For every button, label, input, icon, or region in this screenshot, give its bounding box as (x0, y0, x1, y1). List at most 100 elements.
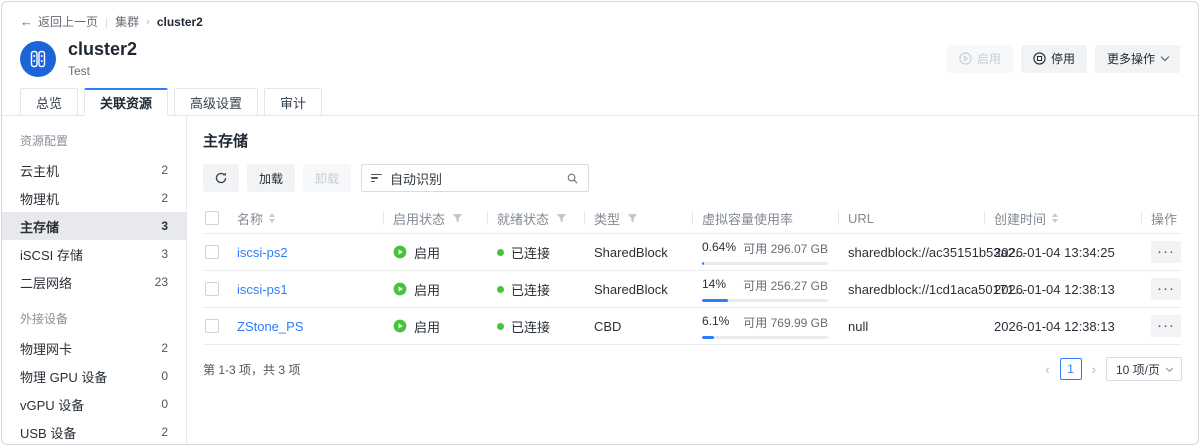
table-footer: 第 1-3 项，共 3 项 ‹ 1 › 10 项/页 (203, 357, 1182, 381)
topbar: ← 返回上一页 | 集群 › cluster2 (2, 2, 1198, 32)
column-header-name[interactable]: 名称 (237, 209, 383, 228)
sidebar-item-iscsi-storage[interactable]: iSCSI 存储 3 (2, 240, 186, 268)
storage-name-link[interactable]: ZStone_PS (237, 319, 304, 334)
column-header-created[interactable]: 创建时间 (984, 209, 1141, 228)
disable-button[interactable]: 停用 (1020, 44, 1087, 73)
usage-percent: 6.1% (702, 313, 730, 328)
select-all-checkbox[interactable] (205, 211, 219, 225)
breadcrumb: ← 返回上一页 | 集群 › cluster2 (20, 13, 1180, 30)
back-arrow-icon: ← (20, 14, 33, 29)
usage-cell: 0.64% 可用 296.07 GB (692, 240, 838, 265)
created-time: 2026-01-04 12:38:13 (994, 318, 1115, 334)
sort-icon[interactable] (269, 213, 276, 223)
sidebar-item-label: 主存储 (20, 219, 60, 235)
unload-button[interactable]: 卸载 (303, 164, 352, 192)
sidebar-item-label: vGPU 设备 (20, 397, 85, 413)
sidebar-item-count: 2 (161, 425, 168, 439)
sidebar-item-vm[interactable]: 云主机 2 (2, 156, 186, 184)
app-window: ← 返回上一页 | 集群 › cluster2 cluster2 Test 启用… (1, 1, 1199, 445)
sidebar-item-physical-machine[interactable]: 物理机 2 (2, 184, 186, 212)
row-checkbox[interactable] (205, 282, 219, 296)
usage-progress-bar (702, 335, 828, 339)
sidebar-section-title: 外接设备 (20, 312, 69, 326)
main-content: 主存储 加载 卸载 自动识别 名称 启用状态 就绪状态 类型 虚拟容量使用率 U… (187, 116, 1198, 444)
tab-bar: 总览 关联资源 高级设置 审计 (2, 88, 1198, 116)
storage-name-link[interactable]: iscsi-ps2 (237, 245, 288, 260)
column-header-ready-state[interactable]: 就绪状态 (487, 209, 584, 228)
stop-circle-icon (1033, 52, 1046, 65)
page-size-select[interactable]: 10 项/页 (1105, 357, 1182, 381)
more-actions-button[interactable]: 更多操作 (1094, 44, 1180, 73)
sidebar-item-primary-storage[interactable]: 主存储 3 (2, 212, 186, 240)
sidebar-item-l2-network[interactable]: 二层网络 23 (2, 268, 186, 296)
filter-icon[interactable] (452, 213, 463, 224)
storage-type: SharedBlock (594, 281, 668, 297)
sidebar-item-usb[interactable]: USB 设备 2 (2, 418, 186, 444)
enable-state-label: 启用 (414, 282, 441, 298)
enabled-status-icon (393, 245, 407, 259)
filter-icon[interactable] (556, 213, 567, 224)
enabled-status-icon (393, 282, 407, 296)
content-title: 主存储 (203, 133, 249, 150)
enabled-status-icon (393, 319, 407, 333)
storage-type: CBD (594, 318, 622, 334)
table-row: iscsi-ps2 启用 已连接 SharedBlock 0.64% 可用 29… (203, 234, 1182, 271)
tab-related-resources[interactable]: 关联资源 (84, 88, 169, 116)
sidebar-item-count: 23 (154, 275, 168, 289)
sidebar-section-title: 资源配置 (20, 134, 69, 148)
back-link[interactable]: ← 返回上一页 (20, 13, 98, 30)
disable-button-label: 停用 (1050, 52, 1075, 66)
sidebar-item-count: 0 (161, 397, 168, 411)
body: 资源配置 云主机 2 物理机 2 主存储 3 iSCSI 存储 3 二层网络 2… (2, 116, 1198, 444)
tab-advanced-settings[interactable]: 高级设置 (174, 88, 259, 116)
row-checkbox[interactable] (205, 319, 219, 333)
column-label: 虚拟容量使用率 (702, 211, 794, 227)
page-title: cluster2 (68, 39, 138, 59)
tab-audit[interactable]: 审计 (264, 88, 323, 116)
items-summary: 第 1-3 项，共 3 项 (203, 362, 301, 377)
search-mode-value[interactable]: 自动识别 (390, 169, 558, 188)
column-label: URL (848, 210, 875, 226)
filter-icon[interactable] (627, 213, 638, 224)
sort-icon[interactable] (1052, 213, 1059, 223)
created-time: 2026-01-04 13:34:25 (994, 244, 1115, 260)
usage-percent: 14% (702, 276, 727, 291)
row-actions-button[interactable]: ··· (1151, 241, 1181, 263)
page-number[interactable]: 1 (1059, 358, 1082, 380)
play-circle-icon (959, 52, 972, 65)
page-size-value: 10 项/页 (1115, 362, 1160, 377)
pagination: ‹ 1 › 10 项/页 (1043, 357, 1182, 381)
connected-dot-icon (497, 322, 504, 330)
search-icon[interactable] (566, 172, 579, 185)
sidebar-item-physical-gpu[interactable]: 物理 GPU 设备 0 (2, 362, 186, 390)
usage-available: 可用 769.99 GB (743, 315, 828, 330)
prev-page-icon[interactable]: ‹ (1043, 362, 1051, 377)
chevron-down-icon (1165, 364, 1174, 372)
toolbar: 加载 卸载 自动识别 (203, 164, 1182, 192)
sidebar-item-count: 3 (161, 247, 168, 261)
usage-available: 可用 256.27 GB (743, 278, 828, 293)
breadcrumb-chevron-icon: › (146, 15, 150, 28)
storage-name-link[interactable]: iscsi-ps1 (237, 282, 288, 297)
load-button[interactable]: 加载 (247, 164, 296, 192)
row-actions-button[interactable]: ··· (1151, 315, 1181, 337)
tab-overview[interactable]: 总览 (20, 88, 79, 116)
sidebar-item-physical-nic[interactable]: 物理网卡 2 (2, 334, 186, 362)
column-header-type[interactable]: 类型 (584, 209, 692, 228)
sidebar-item-vgpu[interactable]: vGPU 设备 0 (2, 390, 186, 418)
ready-state-label: 已连接 (511, 319, 551, 335)
row-actions-button[interactable]: ··· (1151, 278, 1181, 300)
next-page-icon[interactable]: › (1090, 362, 1098, 377)
search-box[interactable]: 自动识别 (361, 164, 590, 192)
breadcrumb-section[interactable]: 集群 (115, 13, 139, 30)
column-label: 创建时间 (994, 211, 1047, 227)
enable-button[interactable]: 启用 (946, 44, 1013, 73)
enable-state-label: 启用 (414, 245, 441, 261)
created-time: 2026-01-04 12:38:13 (994, 281, 1115, 297)
connected-dot-icon (497, 248, 504, 256)
cluster-avatar (20, 40, 56, 77)
refresh-button[interactable] (203, 164, 239, 192)
column-header-enable-state[interactable]: 启用状态 (383, 209, 487, 228)
breadcrumb-current: cluster2 (156, 14, 203, 29)
row-checkbox[interactable] (205, 245, 219, 259)
